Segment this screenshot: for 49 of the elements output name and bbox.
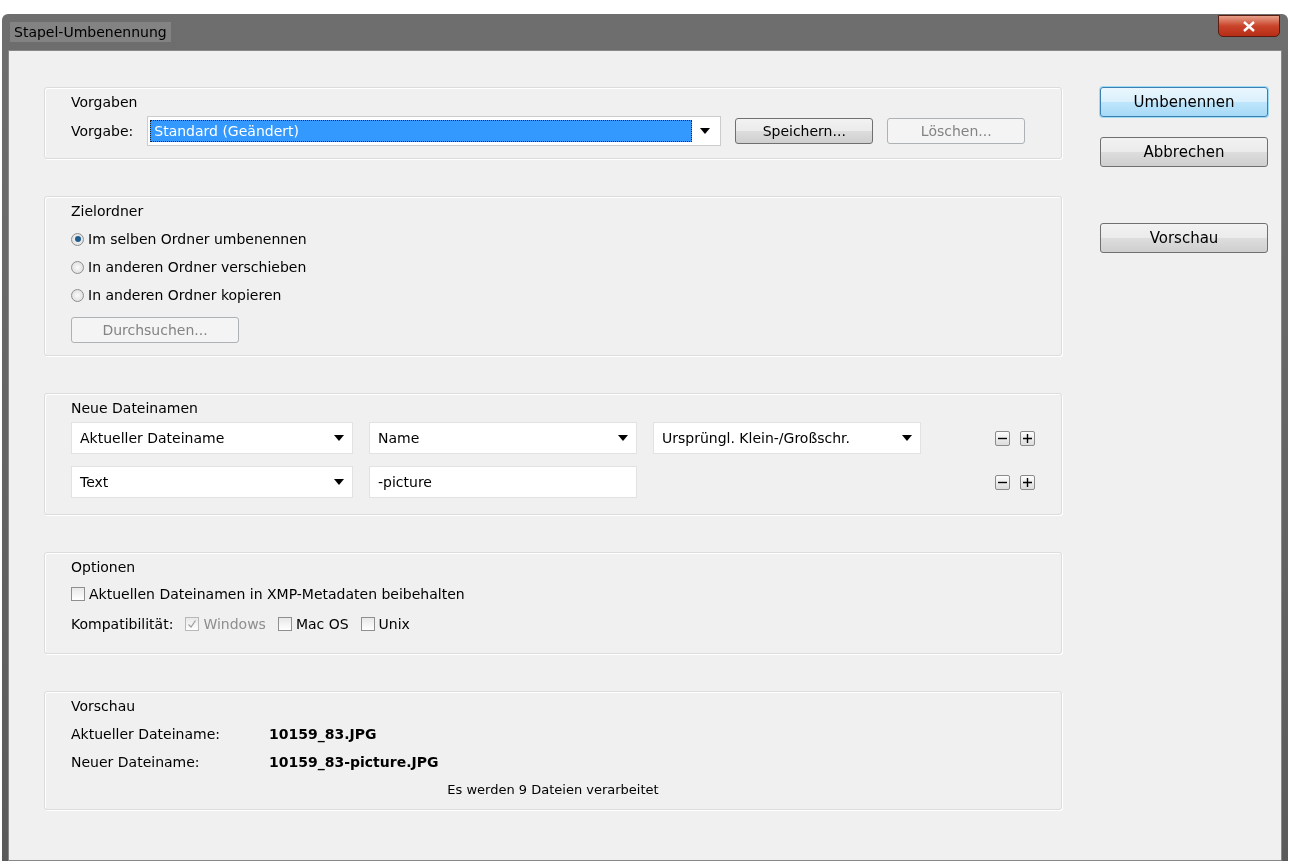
preset-button[interactable]: Speichern... — [735, 118, 874, 144]
radio-label: In anderen Ordner kopieren — [88, 287, 282, 303]
remove-button[interactable] — [995, 474, 1010, 490]
radio-label: In anderen Ordner verschieben — [88, 259, 307, 275]
dropdown-arrow-icon — [618, 435, 628, 441]
dropdown[interactable]: Text — [71, 466, 353, 498]
checkbox-label: Mac OS — [295, 616, 349, 632]
group-title: Vorgaben — [71, 94, 138, 110]
dropdown[interactable]: Name — [369, 422, 637, 454]
group-title: Neue Dateinamen — [71, 400, 198, 416]
dropdown-arrow-icon — [334, 479, 344, 485]
radio-label: Im selben Ordner umbenennen — [88, 231, 307, 247]
radio-button[interactable] — [71, 232, 84, 246]
field-label: Vorgabe: — [71, 123, 134, 139]
preview-value: 10159_83-picture.JPG — [269, 754, 439, 770]
dialog-button[interactable]: Umbenennen — [1100, 87, 1268, 117]
radio-button[interactable] — [71, 288, 84, 302]
group-title: Zielordner — [71, 203, 144, 219]
checkbox-label: Aktuellen Dateinamen in XMP-Metadaten beibehalten — [89, 586, 465, 602]
checkbox[interactable] — [360, 617, 375, 631]
add-button[interactable] — [1020, 474, 1035, 490]
preview-label: Aktueller Dateiname: — [71, 726, 222, 742]
dropdown-arrow-icon — [700, 128, 711, 134]
plus-icon — [1023, 433, 1032, 443]
preview-value: 10159_83.JPG — [269, 726, 377, 742]
checkbox-label: Unix — [378, 616, 410, 632]
preview-label: Neuer Dateiname: — [71, 754, 201, 770]
add-button[interactable] — [1020, 430, 1035, 446]
text-field[interactable]: -picture — [369, 466, 637, 498]
dropdown[interactable]: Aktueller Dateiname — [71, 422, 353, 454]
plus-icon — [1023, 477, 1032, 487]
group-title: Vorschau — [71, 698, 136, 714]
radio-button[interactable] — [71, 260, 84, 274]
status-text: Es werden 9 Dateien verarbeitet — [447, 782, 659, 797]
field-label: Kompatibilität: — [71, 616, 174, 632]
dialog-button[interactable]: Vorschau — [1100, 223, 1268, 253]
checkmark-icon — [187, 619, 198, 629]
remove-button[interactable] — [995, 430, 1010, 446]
close-button[interactable] — [1218, 15, 1280, 37]
dropdown[interactable]: Ursprüngl. Klein-/Großschr. — [653, 422, 921, 454]
dialog-button[interactable]: Abbrechen — [1100, 137, 1268, 167]
group-title: Optionen — [71, 559, 136, 575]
close-icon — [1243, 20, 1255, 32]
checkbox[interactable] — [71, 587, 85, 601]
window-title: Stapel-Umbenennung — [10, 22, 171, 42]
dropdown-arrow-icon — [334, 435, 344, 441]
checkbox-label: Windows — [203, 616, 266, 632]
dropdown-arrow-icon — [902, 435, 912, 441]
checkbox[interactable] — [277, 617, 292, 631]
